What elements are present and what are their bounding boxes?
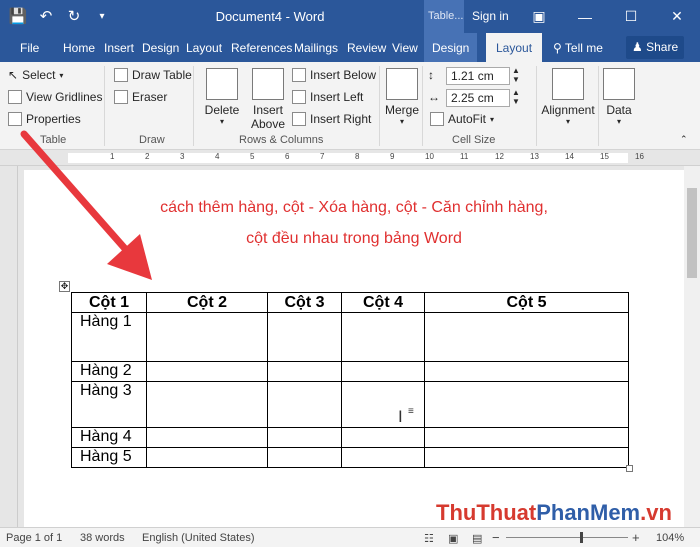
zoom-slider-handle[interactable] (580, 532, 583, 543)
print-layout-icon[interactable]: ▣ (448, 532, 458, 545)
status-bar: Page 1 of 1 38 words English (United Sta… (0, 527, 700, 547)
web-layout-icon[interactable]: ▤ (472, 532, 482, 545)
language-indicator[interactable]: English (United States) (142, 532, 255, 544)
zoom-out-icon[interactable]: − (492, 530, 500, 545)
vertical-scrollbar[interactable] (684, 166, 700, 527)
word-count[interactable]: 38 words (80, 532, 125, 544)
read-mode-icon[interactable]: ☷ (424, 532, 434, 545)
annotation-arrow-icon (20, 130, 152, 280)
scrollbar-thumb[interactable] (687, 188, 697, 278)
watermark-logo: ThuThuatPhanMem.vn (436, 500, 672, 525)
page-count[interactable]: Page 1 of 1 (6, 532, 62, 544)
zoom-level[interactable]: 104% (656, 532, 684, 544)
zoom-in-icon[interactable]: + (632, 530, 640, 545)
zoom-slider[interactable] (506, 537, 628, 538)
